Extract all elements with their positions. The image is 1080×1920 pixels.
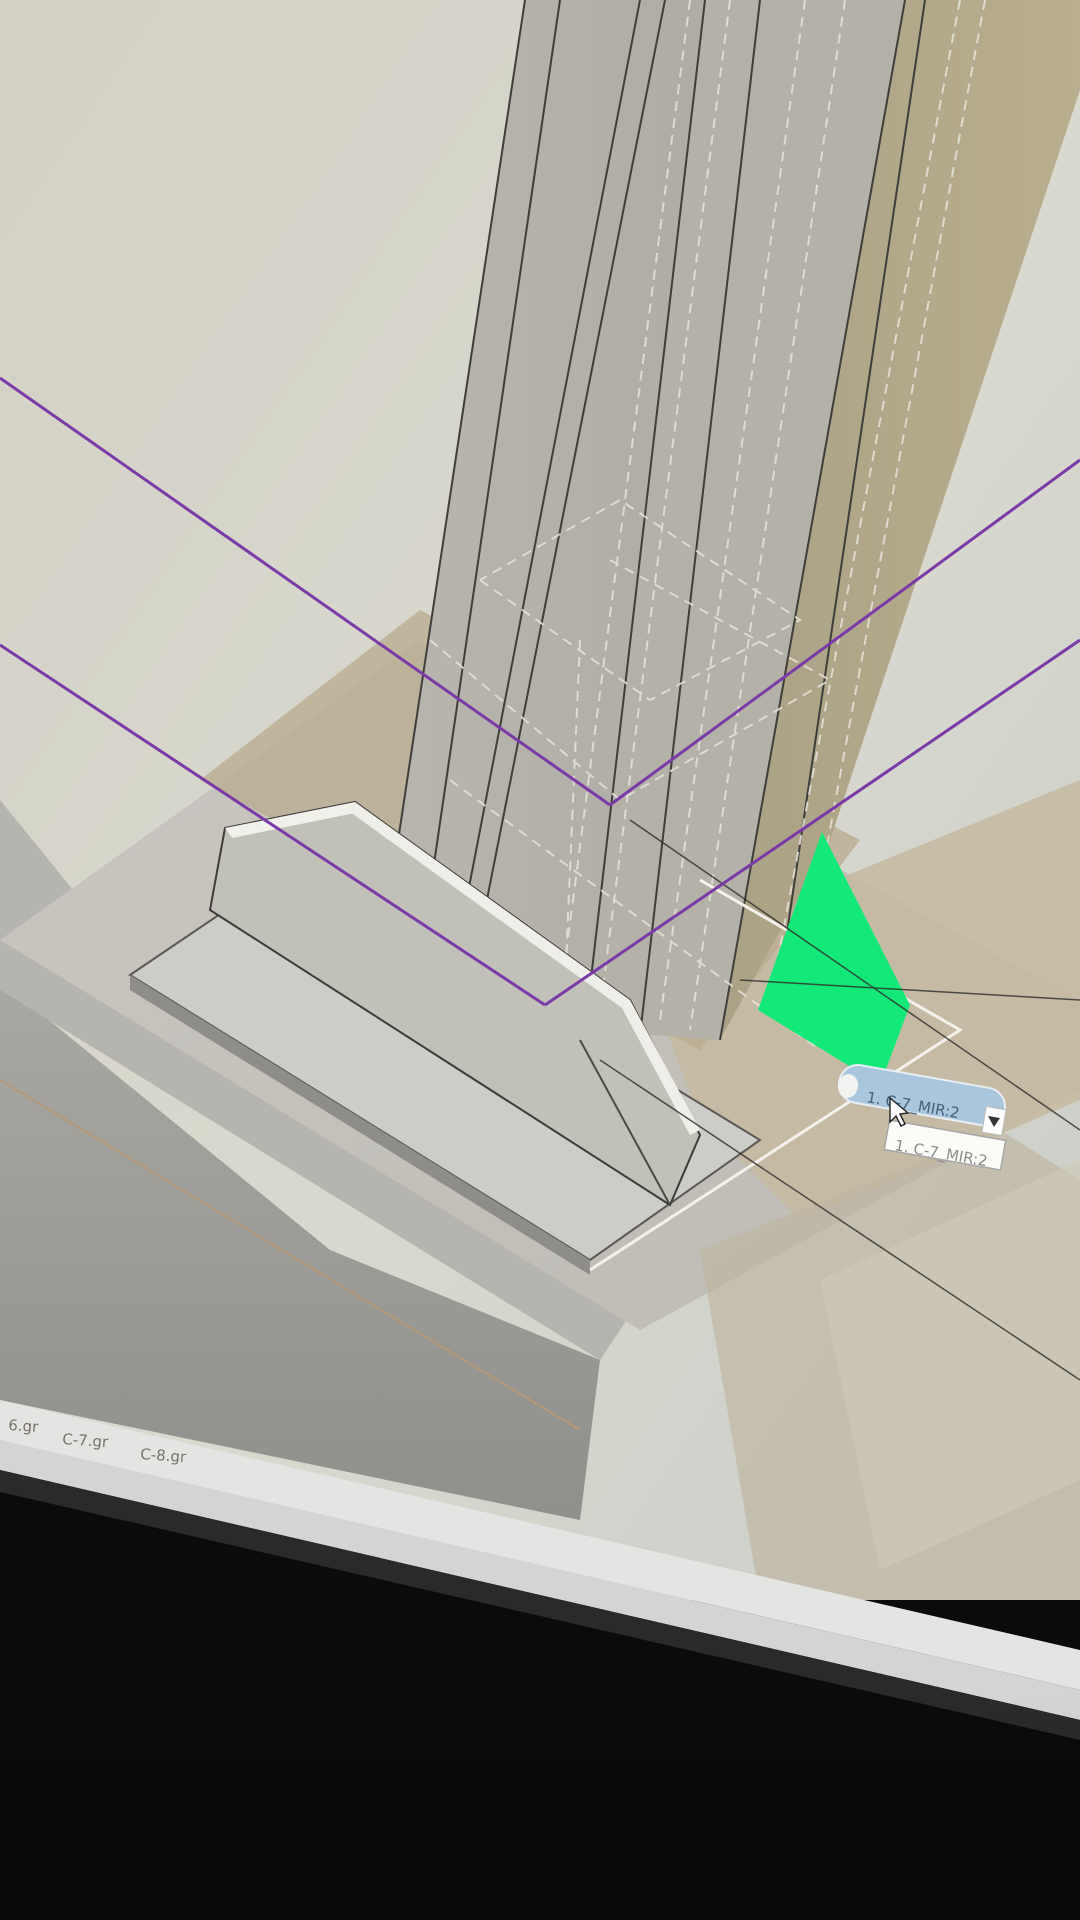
- photo-of-monitor: 1. C-7_MIR:2 1. C-7_MIR:2 6.gr C-7.gr C-…: [0, 0, 1080, 1920]
- chevron-down-icon[interactable]: [981, 1105, 1007, 1137]
- bezel-shadow: [0, 1700, 1080, 1920]
- tab-c7-gr[interactable]: C-7.gr: [62, 1430, 110, 1451]
- tab-6-gr[interactable]: 6.gr: [8, 1416, 40, 1436]
- cad-viewport[interactable]: 1. C-7_MIR:2 1. C-7_MIR:2 6.gr C-7.gr C-…: [0, 0, 1080, 1920]
- tab-c8-gr[interactable]: C-8.gr: [140, 1445, 188, 1466]
